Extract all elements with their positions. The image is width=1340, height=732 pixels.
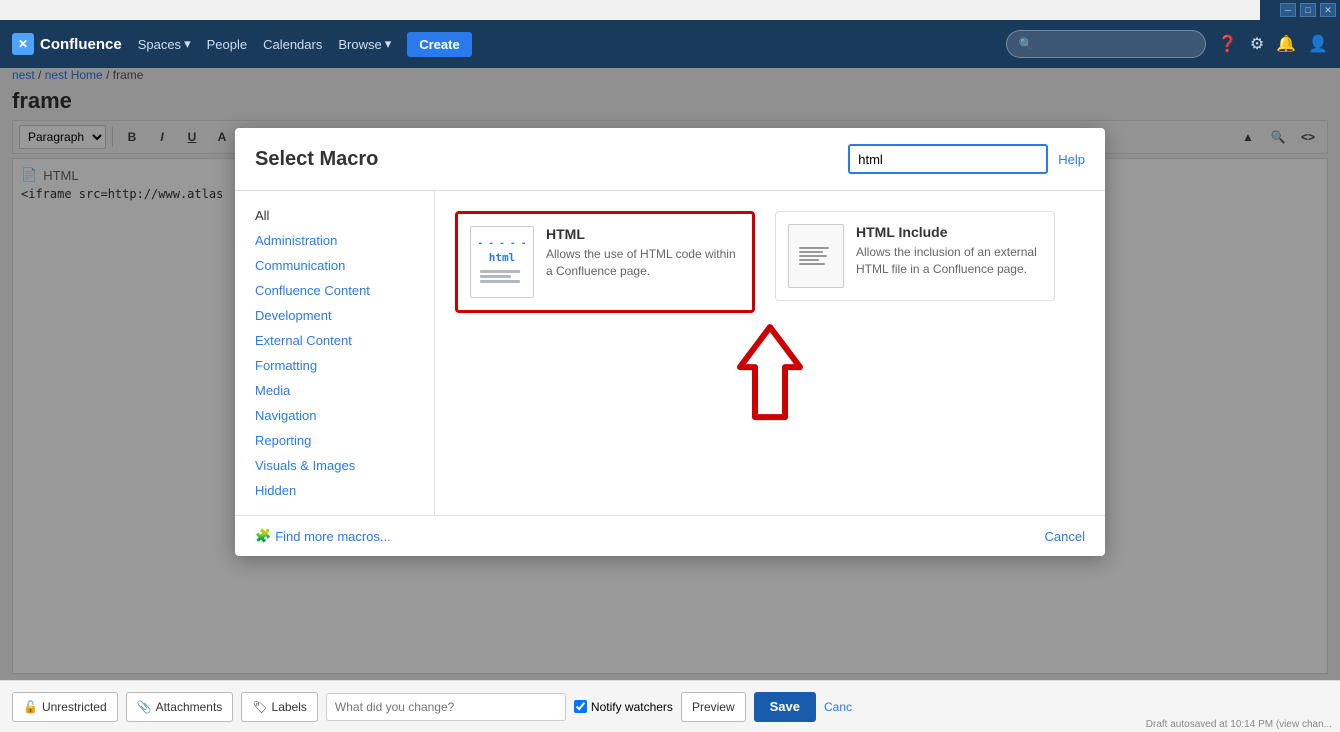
html-include-macro-card[interactable]: HTML Include Allows the inclusion of an …	[775, 211, 1055, 301]
macro-search-input[interactable]	[848, 144, 1048, 174]
settings-icon[interactable]: ⚙	[1250, 34, 1264, 54]
create-button[interactable]: Create	[407, 32, 471, 57]
spaces-label: Spaces	[138, 37, 181, 52]
minimize-button[interactable]: ─	[1280, 3, 1296, 17]
html-macro-title: HTML	[546, 226, 740, 242]
html-include-macro-text: HTML Include Allows the inclusion of an …	[856, 224, 1042, 278]
html-include-macro-icon	[788, 224, 844, 288]
browse-link[interactable]: Browse ▾	[338, 36, 391, 52]
browse-arrow-icon: ▾	[385, 36, 392, 52]
attachments-button[interactable]: 📎 Attachments	[126, 692, 234, 722]
logo-text: Confluence	[40, 36, 122, 53]
html-macro-desc: Allows the use of HTML code within a Con…	[546, 246, 740, 280]
modal-cancel-button[interactable]: Cancel	[1045, 529, 1085, 544]
select-macro-modal: Select Macro Help All Administration Com…	[235, 128, 1105, 556]
sidebar-item-all[interactable]: All	[235, 203, 434, 228]
calendars-label: Calendars	[263, 37, 322, 52]
people-label: People	[207, 37, 247, 52]
label-icon: 🏷	[252, 700, 267, 714]
puzzle-icon: 🧩	[255, 528, 271, 544]
macro-icon-lines	[480, 268, 524, 285]
modal-footer: 🧩 Find more macros... Cancel	[235, 515, 1105, 556]
lock-icon: 🔓	[23, 700, 38, 714]
find-more-link[interactable]: 🧩 Find more macros...	[255, 528, 391, 544]
maximize-button[interactable]: □	[1300, 3, 1316, 17]
doc-lines	[799, 247, 833, 265]
unrestricted-button[interactable]: 🔓 Unrestricted	[12, 692, 118, 722]
html-macro-icon: - - - - - html	[470, 226, 534, 298]
macro-sidebar: All Administration Communication Conflue…	[235, 191, 435, 515]
modal-overlay: Select Macro Help All Administration Com…	[0, 68, 1340, 680]
close-button[interactable]: ✕	[1320, 3, 1336, 17]
spaces-link[interactable]: Spaces ▾	[138, 36, 191, 52]
attachment-icon: 📎	[137, 700, 152, 714]
annotation-arrow	[730, 322, 810, 425]
navbar: ✕ Confluence Spaces ▾ People Calendars B…	[0, 20, 1340, 68]
sidebar-item-administration[interactable]: Administration	[235, 228, 434, 253]
sidebar-item-navigation[interactable]: Navigation	[235, 403, 434, 428]
bottom-bar: 🔓 Unrestricted 📎 Attachments 🏷 Labels No…	[0, 680, 1340, 732]
notify-watchers[interactable]: Notify watchers	[574, 700, 673, 714]
browse-label: Browse	[338, 37, 381, 52]
notifications-icon[interactable]: 🔔	[1276, 34, 1296, 54]
change-comment-input[interactable]	[326, 693, 566, 721]
logo-icon: ✕	[12, 33, 34, 55]
modal-title: Select Macro	[255, 148, 378, 171]
notify-checkbox[interactable]	[574, 700, 587, 713]
sidebar-item-formatting[interactable]: Formatting	[235, 353, 434, 378]
help-icon[interactable]: ❓	[1218, 34, 1238, 54]
sidebar-item-visuals-images[interactable]: Visuals & Images	[235, 453, 434, 478]
sidebar-item-media[interactable]: Media	[235, 378, 434, 403]
cancel-link[interactable]: Canc	[824, 700, 852, 714]
labels-button[interactable]: 🏷 Labels	[241, 692, 318, 722]
navbar-right: ❓ ⚙ 🔔 👤	[1006, 30, 1328, 58]
html-macro-card[interactable]: - - - - - html HTML Allows the use of HT…	[455, 211, 755, 313]
modal-search-area: Help	[848, 144, 1085, 174]
user-icon[interactable]: 👤	[1308, 34, 1328, 54]
search-input[interactable]	[1006, 30, 1206, 58]
sidebar-item-communication[interactable]: Communication	[235, 253, 434, 278]
html-macro-text: HTML Allows the use of HTML code within …	[546, 226, 740, 280]
sidebar-item-hidden[interactable]: Hidden	[235, 478, 434, 503]
spaces-arrow-icon: ▾	[184, 36, 191, 52]
confluence-logo[interactable]: ✕ Confluence	[12, 33, 122, 55]
macro-content-area: - - - - - html HTML Allows the use of HT…	[435, 191, 1105, 515]
help-link[interactable]: Help	[1058, 152, 1085, 167]
sidebar-item-confluence-content[interactable]: Confluence Content	[235, 278, 434, 303]
save-button[interactable]: Save	[754, 692, 816, 722]
calendars-link[interactable]: Calendars	[263, 37, 322, 52]
modal-body: All Administration Communication Conflue…	[235, 191, 1105, 515]
title-bar: ─ □ ✕	[1260, 0, 1340, 20]
preview-button[interactable]: Preview	[681, 692, 746, 722]
sidebar-item-development[interactable]: Development	[235, 303, 434, 328]
sidebar-item-external-content[interactable]: External Content	[235, 328, 434, 353]
sidebar-item-reporting[interactable]: Reporting	[235, 428, 434, 453]
people-link[interactable]: People	[207, 37, 247, 52]
modal-header: Select Macro Help	[235, 128, 1105, 191]
html-include-macro-title: HTML Include	[856, 224, 1042, 240]
draft-status: Draft autosaved at 10:14 PM (view chan..…	[1146, 719, 1332, 730]
html-include-macro-desc: Allows the inclusion of an external HTML…	[856, 244, 1042, 278]
